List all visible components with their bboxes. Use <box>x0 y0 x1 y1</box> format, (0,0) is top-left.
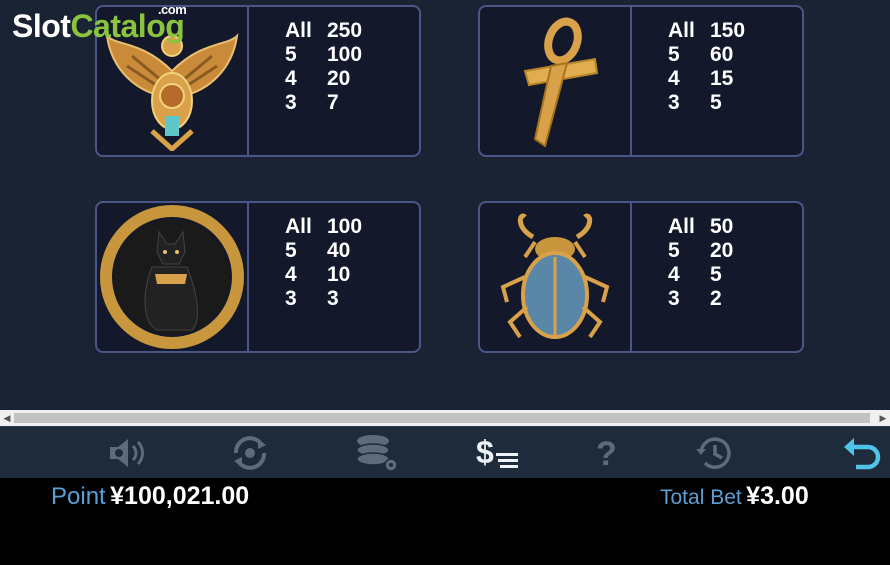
payout-row: 35 <box>668 91 745 115</box>
payout-count: 3 <box>668 287 680 310</box>
blue-scarab-icon <box>480 203 632 351</box>
payout-count: 4 <box>668 263 680 286</box>
back-icon[interactable] <box>838 433 886 473</box>
paytable-card: All 100 5 40 4 10 33 <box>95 201 421 353</box>
scroll-right-arrow[interactable]: ▶ <box>876 410 890 426</box>
payout-value: 3 <box>327 287 339 310</box>
total-bet-label: Total Bet <box>660 486 742 509</box>
payout-list: All 50 5 20 45 32 <box>632 203 733 351</box>
payout-value: 20 <box>710 239 734 262</box>
payout-value: 15 <box>710 67 734 90</box>
payout-list: All 250 5 100 4 20 37 <box>249 7 362 155</box>
payout-row: 5 40 <box>285 239 362 263</box>
payout-value: 7 <box>327 91 339 114</box>
payout-row: All 150 <box>668 19 745 43</box>
horizontal-scrollbar[interactable]: ◀ ▶ <box>0 410 890 426</box>
payout-list: All 100 5 40 4 10 33 <box>249 203 362 351</box>
ankh-icon <box>480 7 632 155</box>
total-bet-display: Total Bet ¥3.00 <box>660 482 809 511</box>
payout-row: 4 20 <box>285 67 362 91</box>
payout-count: 4 <box>285 263 297 286</box>
payout-row: 33 <box>285 287 362 311</box>
payout-row: 5 60 <box>668 43 745 67</box>
total-bet-value: ¥3.00 <box>746 482 809 510</box>
payout-value: 60 <box>710 43 734 66</box>
sound-icon[interactable] <box>104 433 152 473</box>
autoplay-icon[interactable] <box>226 433 274 473</box>
watermark-logo: SlotCatalog .com <box>12 2 187 45</box>
payout-count: 3 <box>285 287 297 310</box>
payout-count: 5 <box>285 239 297 262</box>
payout-value: 250 <box>327 19 363 42</box>
payout-count: All <box>285 215 312 238</box>
payout-row: 37 <box>285 91 362 115</box>
help-icon[interactable]: ? <box>582 433 630 473</box>
payout-value: 40 <box>327 239 351 262</box>
payout-value: 10 <box>327 263 351 286</box>
payout-row: 4 10 <box>285 263 362 287</box>
payout-value: 100 <box>327 43 363 66</box>
payout-count: 3 <box>285 91 297 114</box>
payout-row: 32 <box>668 287 733 311</box>
paytable-card: All 50 5 20 45 32 <box>478 201 804 353</box>
payout-count: 5 <box>285 43 297 66</box>
scrollbar-thumb[interactable] <box>14 413 870 423</box>
svg-text:$: $ <box>476 434 494 470</box>
payout-count: All <box>285 19 312 42</box>
payout-row: 4 15 <box>668 67 745 91</box>
payout-value: 50 <box>710 215 734 238</box>
payout-row: 5 20 <box>668 239 733 263</box>
payout-count: 5 <box>668 43 680 66</box>
history-icon[interactable] <box>690 433 738 473</box>
black-cat-icon <box>97 203 249 351</box>
paytable-icon[interactable]: $ <box>474 433 522 473</box>
payout-value: 5 <box>710 91 722 114</box>
point-label: Point <box>51 483 106 510</box>
point-value: ¥100,021.00 <box>110 482 250 510</box>
payout-value: 100 <box>327 215 363 238</box>
payout-value: 2 <box>710 287 722 310</box>
payout-row: All 250 <box>285 19 362 43</box>
paytable-card: All 150 5 60 4 15 35 <box>478 5 804 157</box>
payout-count: All <box>668 19 695 42</box>
payout-count: 4 <box>668 67 680 90</box>
payout-row: All 50 <box>668 215 733 239</box>
payout-count: 3 <box>668 91 680 114</box>
payout-row: 5 100 <box>285 43 362 67</box>
chips-settings-icon[interactable] <box>353 433 401 473</box>
svg-text:?: ? <box>596 435 617 473</box>
logo-text-slot: Slot <box>12 8 71 44</box>
bottom-toolbar: $ ? <box>0 426 890 479</box>
logo-suffix: .com <box>157 2 187 17</box>
payout-row: All 100 <box>285 215 362 239</box>
payout-count: 4 <box>285 67 297 90</box>
payout-value: 20 <box>327 67 351 90</box>
payout-count: All <box>668 215 695 238</box>
payout-value: 150 <box>710 19 746 42</box>
payout-count: 5 <box>668 239 680 262</box>
paytable-area: All 250 5 100 4 20 37 All 150 5 60 4 15 35 <box>0 0 890 410</box>
payout-row: 45 <box>668 263 733 287</box>
balance-bar: Point ¥100,021.00 Total Bet ¥3.00 <box>0 478 890 565</box>
scroll-left-arrow[interactable]: ◀ <box>0 410 14 426</box>
payout-value: 5 <box>710 263 722 286</box>
point-display: Point ¥100,021.00 <box>51 482 249 511</box>
payout-list: All 150 5 60 4 15 35 <box>632 7 745 155</box>
